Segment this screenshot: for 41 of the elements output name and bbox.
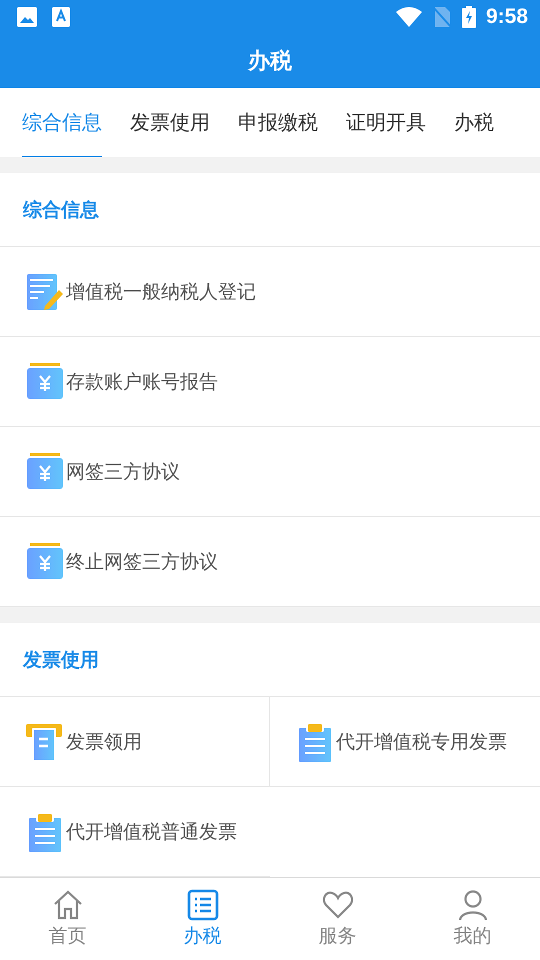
service-label: 代开增值税专用发票 [336, 730, 507, 755]
service-item[interactable]: 发票领用 [0, 697, 270, 788]
yen-wallet-icon [26, 452, 64, 491]
clipboard-icon [26, 812, 64, 852]
yen-wallet-icon [26, 542, 64, 581]
nav-item[interactable]: 办税 [135, 878, 270, 960]
list-icon [186, 889, 218, 922]
service-label: 增值税一般纳税人登记 [66, 280, 256, 305]
service-label: 代开增值税普通发票 [66, 820, 237, 845]
service-item[interactable]: 存款账户账号报告 [0, 337, 540, 428]
receipt-icon [26, 722, 64, 761]
status-time: 9:58 [486, 5, 528, 30]
wifi-icon [396, 7, 422, 28]
nav-item[interactable]: 服务 [270, 878, 405, 960]
image-icon [16, 6, 38, 28]
tab[interactable]: 办税 [454, 88, 494, 158]
nav-item[interactable]: 我的 [405, 878, 540, 960]
service-item[interactable]: 增值税一般纳税人登记 [0, 247, 540, 338]
tab[interactable]: 综合信息 [22, 88, 102, 158]
service-item[interactable]: 终止网签三方协议 [0, 517, 540, 608]
service-label: 网签三方协议 [66, 460, 180, 485]
section-title: 综合信息 [0, 173, 540, 248]
document-pencil-icon [26, 272, 64, 311]
service-label: 发票领用 [66, 730, 142, 755]
service-item[interactable]: 网签三方协议 [0, 427, 540, 518]
section-title: 发票使用 [0, 623, 540, 698]
person-icon [456, 889, 488, 922]
tab[interactable]: 证明开具 [346, 88, 426, 158]
heart-icon [322, 889, 354, 922]
service-label: 存款账户账号报告 [66, 370, 218, 395]
clipboard-icon [296, 722, 334, 762]
nav-item[interactable]: 首页 [0, 878, 135, 960]
service-item[interactable]: 代开增值税专用发票 [270, 697, 540, 788]
tab[interactable]: 发票使用 [130, 88, 210, 158]
letter-icon [52, 7, 70, 28]
service-label: 终止网签三方协议 [66, 550, 218, 575]
battery-icon [462, 6, 476, 28]
home-icon [52, 889, 84, 922]
tab[interactable]: 申报缴税 [238, 88, 318, 158]
screen-title: 办税 [248, 48, 292, 76]
yen-wallet-icon [26, 362, 64, 401]
